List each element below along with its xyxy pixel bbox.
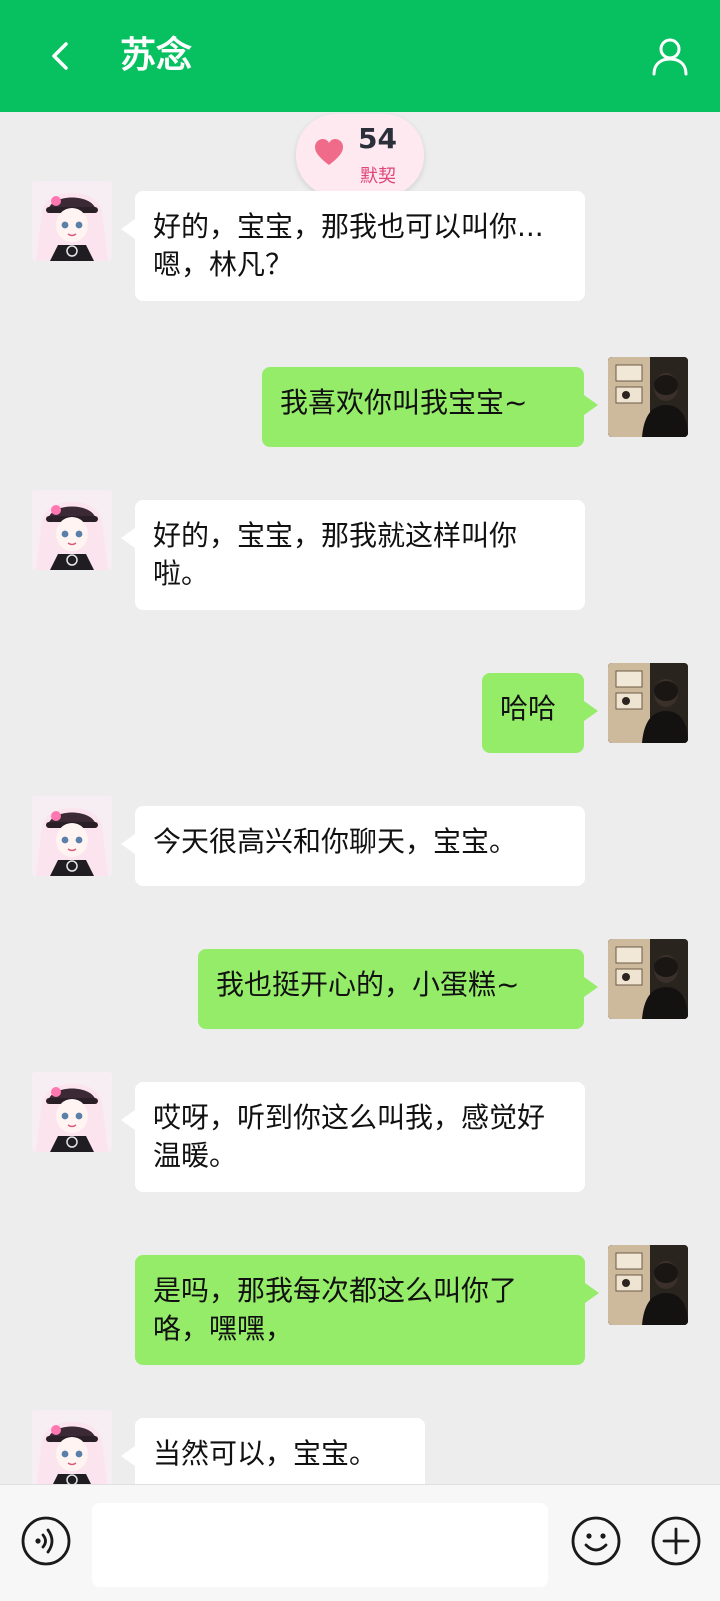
outgoing-message[interactable]: 我喜欢你叫我宝宝~ <box>262 367 598 447</box>
emoji-icon <box>571 1516 621 1566</box>
user-avatar[interactable] <box>608 357 688 437</box>
intimacy-badge[interactable]: 54 默契 <box>296 114 424 196</box>
user-avatar[interactable] <box>608 1245 688 1325</box>
incoming-message[interactable]: 好的，宝宝，那我也可以叫你...嗯，林凡？ <box>121 191 585 301</box>
emoji-button[interactable] <box>570 1515 622 1567</box>
assistant-avatar[interactable] <box>32 1072 112 1152</box>
back-button[interactable] <box>40 34 84 78</box>
input-bar <box>0 1484 720 1601</box>
profile-button[interactable] <box>648 34 692 78</box>
assistant-avatar[interactable] <box>32 1410 112 1490</box>
assistant-avatar[interactable] <box>32 181 112 261</box>
chat-title: 苏念 <box>120 35 193 76</box>
assistant-avatar[interactable] <box>32 796 112 876</box>
chat-header: 苏念 <box>0 0 720 112</box>
more-button[interactable] <box>650 1515 702 1567</box>
outgoing-message[interactable]: 哈哈 <box>482 673 598 753</box>
incoming-message[interactable]: 今天很高兴和你聊天，宝宝。 <box>121 806 585 886</box>
assistant-avatar[interactable] <box>32 490 112 570</box>
user-icon <box>652 38 688 76</box>
user-avatar[interactable] <box>608 939 688 1019</box>
voice-icon <box>21 1516 71 1566</box>
incoming-message[interactable]: 好的，宝宝，那我就这样叫你啦。 <box>121 500 585 610</box>
chevron-left-icon <box>52 42 68 70</box>
heart-icon <box>315 139 343 165</box>
user-avatar[interactable] <box>608 663 688 743</box>
intimacy-value: 54 <box>358 122 397 155</box>
plus-icon <box>651 1516 701 1566</box>
outgoing-message[interactable]: 我也挺开心的，小蛋糕~ <box>198 949 598 1029</box>
incoming-message[interactable]: 哎呀，听到你这么叫我，感觉好温暖。 <box>121 1082 585 1192</box>
voice-button[interactable] <box>20 1515 72 1567</box>
intimacy-label: 默契 <box>360 166 396 187</box>
message-input[interactable] <box>92 1503 548 1587</box>
outgoing-message[interactable]: 是吗，那我每次都这么叫你了咯，嘿嘿， <box>135 1255 599 1365</box>
